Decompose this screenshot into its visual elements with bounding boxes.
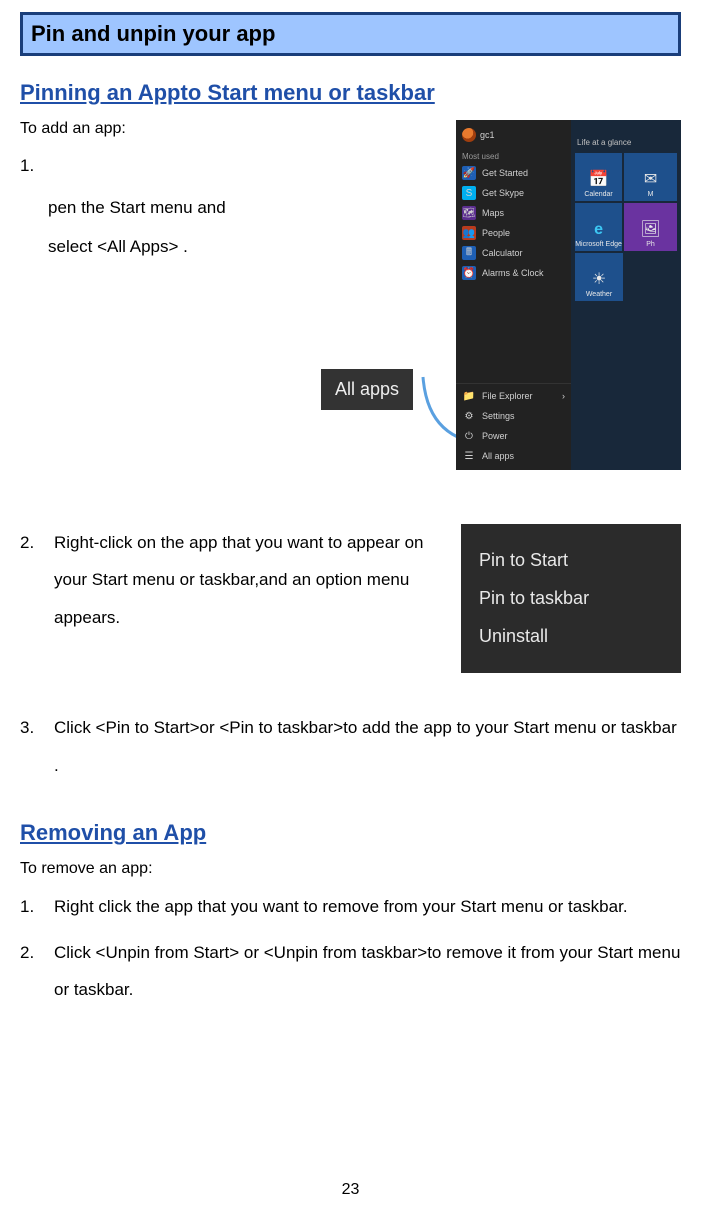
step2-number: 2. (20, 524, 40, 636)
label: Get Skype (482, 188, 524, 198)
tile-weather: ☀Weather (575, 253, 623, 301)
context-menu-screenshot: Pin to Start Pin to taskbar Uninstall (461, 524, 681, 673)
step2-text: Right-click on the app that you want to … (54, 524, 447, 636)
tile-calendar: 📅Calendar (575, 153, 622, 201)
user-name: gc1 (480, 130, 495, 140)
start-item-calculator: 🖩Calculator (456, 243, 571, 263)
label: Get Started (482, 168, 528, 178)
title-text: Pin and unpin your app (31, 21, 275, 46)
label: M (648, 191, 654, 198)
start-item-all-apps: ☰All apps (456, 446, 571, 466)
step3-text: Click <Pin to Start>or <Pin to taskbar>t… (54, 709, 681, 784)
section-heading-pinning: Pinning an Appto Start menu or taskbar (20, 80, 681, 106)
tile-photos: 🖼Ph (624, 203, 677, 251)
start-item-alarms: ⏰Alarms & Clock (456, 263, 571, 283)
start-menu-left-pane: gc1 Most used 🚀Get Started SGet Skype 🗺M… (456, 120, 571, 470)
label: Alarms & Clock (482, 268, 544, 278)
label: Maps (482, 208, 504, 218)
step1-number: 1. (20, 156, 456, 176)
avatar-icon (462, 128, 476, 142)
label: Calendar (584, 191, 612, 198)
start-item-file-explorer: 📁File Explorer› (456, 386, 571, 406)
label: Microsoft Edge (575, 241, 622, 248)
label: File Explorer (482, 391, 533, 401)
ctx-pin-start: Pin to Start (479, 542, 663, 580)
start-item-maps: 🗺Maps (456, 203, 571, 223)
remove-step1-text: Right click the app that you want to rem… (54, 888, 628, 925)
most-used-label: Most used (456, 146, 571, 163)
label: All apps (482, 451, 514, 461)
title-bar: Pin and unpin your app (20, 12, 681, 56)
label: People (482, 228, 510, 238)
remove-step2-number: 2. (20, 934, 40, 1009)
ctx-uninstall: Uninstall (479, 618, 663, 656)
all-apps-callout: All apps (321, 369, 413, 410)
start-item-get-started: 🚀Get Started (456, 163, 571, 183)
section-heading-removing: Removing an App (20, 820, 681, 846)
label: Power (482, 431, 508, 441)
start-item-power: ⏻Power (456, 426, 571, 446)
tile-edge: eMicrosoft Edge (575, 203, 622, 251)
life-glance-label: Life at a glance (575, 138, 677, 147)
page-number: 23 (0, 1181, 701, 1199)
intro-add: To add an app: (20, 120, 456, 138)
label: Calculator (482, 248, 523, 258)
label: Ph (646, 241, 655, 248)
start-item-people: 👥People (456, 223, 571, 243)
tile-mail: ✉M (624, 153, 677, 201)
step1-line2: select <All Apps> . (48, 227, 456, 266)
start-user: gc1 (456, 124, 571, 146)
start-item-get-skype: SGet Skype (456, 183, 571, 203)
intro-remove: To remove an app: (20, 860, 681, 878)
remove-step1-number: 1. (20, 888, 40, 925)
start-item-settings: ⚙Settings (456, 406, 571, 426)
start-menu-right-pane: Life at a glance 📅Calendar ✉M eMicrosoft… (571, 120, 681, 470)
ctx-pin-taskbar: Pin to taskbar (479, 580, 663, 618)
label: Weather (586, 291, 612, 298)
step1-line1: pen the Start menu and (48, 188, 456, 227)
remove-step2-text: Click <Unpin from Start> or <Unpin from … (54, 934, 681, 1009)
step3-number: 3. (20, 709, 40, 784)
label: Settings (482, 411, 515, 421)
start-menu-screenshot: gc1 Most used 🚀Get Started SGet Skype 🗺M… (456, 120, 681, 470)
